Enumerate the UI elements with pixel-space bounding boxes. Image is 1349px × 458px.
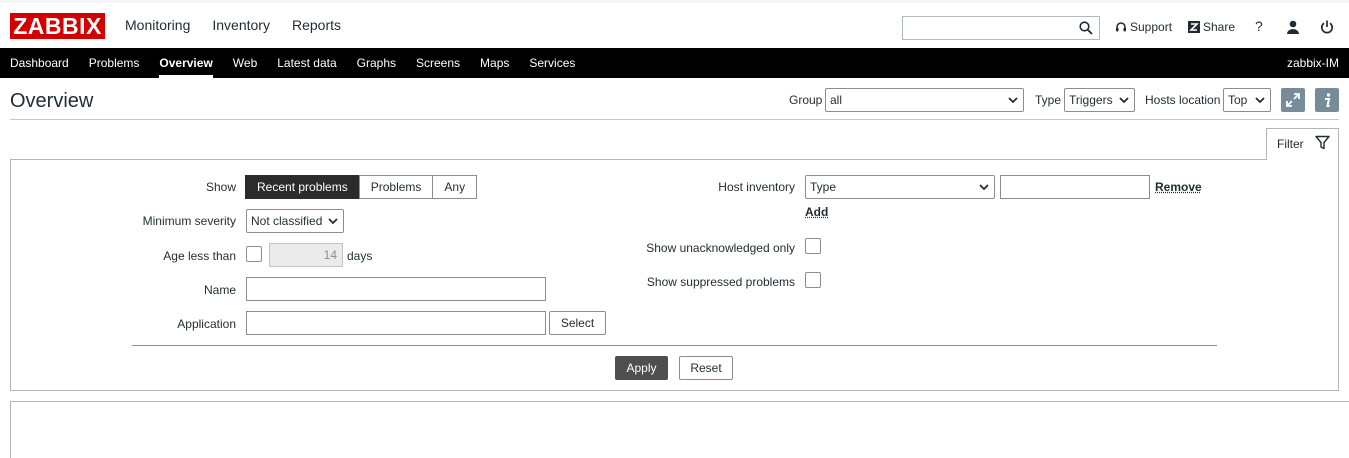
main-nav-inventory[interactable]: Inventory <box>212 17 270 33</box>
help-button[interactable]: ? <box>1255 18 1263 34</box>
headset-icon <box>1116 22 1126 32</box>
chevron-down-icon <box>1255 97 1265 104</box>
power-sign-out-icon[interactable] <box>1320 20 1334 34</box>
share-label: Share <box>1203 20 1236 34</box>
group-select-value: all <box>830 93 843 107</box>
subnav-problems[interactable]: Problems <box>89 48 140 78</box>
info-icon <box>1325 93 1331 107</box>
apply-button[interactable]: Apply <box>615 356 668 380</box>
fullscreen-button[interactable] <box>1281 88 1305 112</box>
host-inventory-type-select[interactable]: Type <box>805 175 995 199</box>
subnav-latest-data[interactable]: Latest data <box>277 48 336 78</box>
fullscreen-icon <box>1286 93 1300 107</box>
subnav-services[interactable]: Services <box>529 48 575 78</box>
top-header: ZABBIX Monitoring Inventory Reports Supp… <box>0 0 1349 48</box>
show-suppressed-checkbox[interactable] <box>805 272 821 288</box>
group-label: Group <box>789 93 823 107</box>
chevron-down-icon <box>328 218 338 225</box>
subnav-web[interactable]: Web <box>233 48 257 78</box>
subnav-dashboard[interactable]: Dashboard <box>10 48 69 78</box>
secondary-nav: Dashboard Problems Overview Web Latest d… <box>0 48 1349 78</box>
name-label: Name <box>203 283 236 297</box>
support-label: Support <box>1130 20 1173 34</box>
host-inventory-label: Host inventory <box>718 180 795 194</box>
age-days-input[interactable]: 14 <box>269 243 343 267</box>
show-any[interactable]: Any <box>432 175 478 199</box>
chevron-down-icon <box>1008 97 1018 104</box>
share-link[interactable]: Share <box>1188 20 1235 34</box>
hosts-location-label: Hosts location <box>1145 93 1221 107</box>
type-select[interactable]: Triggers <box>1064 88 1135 112</box>
type-select-value: Triggers <box>1069 93 1113 107</box>
show-label: Show <box>205 180 236 194</box>
show-unacknowledged-checkbox[interactable] <box>805 238 821 254</box>
main-nav: Monitoring Inventory Reports <box>125 17 363 33</box>
application-input[interactable] <box>246 311 546 335</box>
show-segmented-control: Recent problems Problems Any <box>245 175 478 199</box>
remove-inventory-link[interactable]: Remove <box>1155 180 1202 194</box>
reset-button[interactable]: Reset <box>679 356 733 380</box>
chevron-down-icon <box>979 184 989 191</box>
subnav-maps[interactable]: Maps <box>480 48 509 78</box>
user-profile-icon[interactable] <box>1286 20 1300 34</box>
minimum-severity-value: Not classified <box>251 214 323 228</box>
search-icon[interactable] <box>1079 21 1093 35</box>
age-less-than-label: Age less than <box>163 249 236 263</box>
help-icon: ? <box>1255 18 1263 34</box>
filter-tab-label: Filter <box>1277 137 1304 151</box>
subnav-screens[interactable]: Screens <box>416 48 460 78</box>
application-label: Application <box>177 317 236 331</box>
search-input[interactable] <box>902 16 1100 40</box>
funnel-filter-icon <box>1315 135 1330 150</box>
age-less-than-checkbox[interactable] <box>246 246 262 262</box>
overview-results-panel <box>10 401 1349 458</box>
filter-tab[interactable]: Filter <box>1266 128 1339 160</box>
current-user: zabbix-IM <box>1286 56 1339 70</box>
show-recent-problems[interactable]: Recent problems <box>245 175 360 199</box>
chevron-down-icon <box>1119 97 1129 104</box>
subnav-overview[interactable]: Overview <box>159 48 214 78</box>
group-select[interactable]: all <box>825 88 1024 112</box>
main-nav-monitoring[interactable]: Monitoring <box>125 17 190 33</box>
host-inventory-value-input[interactable] <box>1000 175 1150 199</box>
type-label: Type <box>1035 93 1062 107</box>
info-button[interactable] <box>1315 88 1339 112</box>
support-link[interactable]: Support <box>1115 20 1172 34</box>
show-problems[interactable]: Problems <box>358 175 434 199</box>
age-days-unit: days <box>347 249 373 263</box>
minimum-severity-select[interactable]: Not classified <box>246 209 344 233</box>
host-inventory-type-value: Type <box>810 180 837 194</box>
show-suppressed-label: Show suppressed problems <box>646 275 795 289</box>
zabbix-logo[interactable]: ZABBIX <box>10 13 105 39</box>
page-title: Overview <box>10 90 94 112</box>
name-input[interactable] <box>246 277 546 301</box>
main-nav-reports[interactable]: Reports <box>292 17 341 33</box>
add-inventory-link[interactable]: Add <box>805 205 828 219</box>
subnav-graphs[interactable]: Graphs <box>357 48 396 78</box>
header-divider <box>10 119 1339 120</box>
filter-divider <box>132 345 1217 346</box>
share-z-icon <box>1188 21 1200 33</box>
minimum-severity-label: Minimum severity <box>142 214 236 228</box>
show-unacknowledged-label: Show unacknowledged only <box>646 241 795 255</box>
select-application-button[interactable]: Select <box>549 311 606 335</box>
hosts-location-value: Top <box>1228 93 1248 107</box>
hosts-location-select[interactable]: Top <box>1223 88 1271 112</box>
